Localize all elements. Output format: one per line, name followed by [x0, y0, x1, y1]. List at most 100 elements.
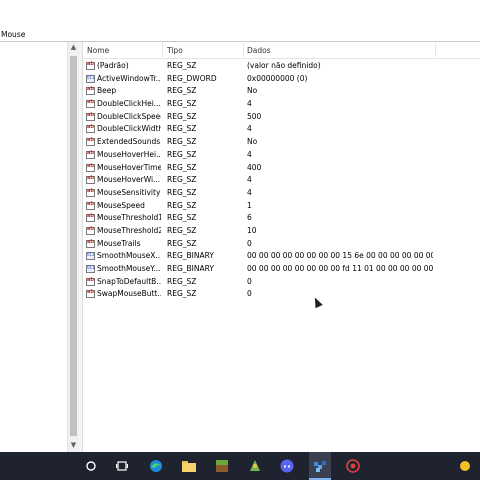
value-data: 0x00000000 (0)	[247, 73, 308, 83]
address-path: Mouse	[1, 30, 26, 39]
value-type: REG_SZ	[167, 137, 197, 147]
value-type: REG_SZ	[167, 124, 197, 134]
value-data: 10	[247, 225, 257, 235]
value-data: No	[247, 137, 258, 147]
column-header: Nome Tipo Dados	[83, 42, 480, 59]
search-icon[interactable]	[82, 457, 100, 475]
value-name: SmoothMouseX...	[97, 251, 161, 261]
table-row[interactable]: DoubleClickSpeed REG_SZ 500	[83, 111, 480, 124]
binary-value-icon	[86, 252, 95, 261]
table-row[interactable]: MouseHoverWi... REG_SZ 4	[83, 174, 480, 187]
value-name: SmoothMouseY...	[97, 264, 161, 273]
recorder-icon[interactable]	[344, 457, 362, 475]
value-name: MouseThreshold2	[97, 225, 161, 235]
value-name: ExtendedSounds	[97, 137, 161, 147]
table-row[interactable]: MouseHoverTime REG_SZ 400	[83, 162, 480, 175]
table-row[interactable]: SnapToDefaultB... REG_SZ 0	[83, 276, 480, 289]
table-row[interactable]: MouseThreshold1 REG_SZ 6	[83, 212, 480, 225]
value-type: REG_SZ	[167, 238, 197, 248]
value-name: ActiveWindowTr...	[97, 73, 161, 83]
table-row[interactable]: ExtendedSounds REG_SZ No	[83, 136, 480, 149]
value-type: REG_SZ	[167, 86, 197, 96]
value-data: (valor não definido)	[247, 61, 321, 70]
key-tree-pane[interactable]	[0, 42, 67, 452]
column-type[interactable]: Tipo	[167, 46, 183, 56]
table-row[interactable]: SmoothMouseX... REG_BINARY 00 00 00 00 00 …	[83, 250, 480, 263]
value-type: REG_BINARY	[167, 251, 214, 261]
string-value-icon	[86, 86, 95, 96]
value-rows: (Padrão) REG_SZ (valor não definido) Active…	[83, 60, 480, 301]
minecraft-icon[interactable]	[213, 457, 231, 475]
table-row[interactable]: Beep REG_SZ No	[83, 85, 480, 98]
table-row[interactable]: MouseSpeed REG_SZ 1	[83, 200, 480, 213]
binary-value-icon	[86, 265, 95, 273]
value-type: REG_SZ	[167, 149, 197, 159]
value-data: 1	[247, 200, 252, 210]
value-data: 4	[247, 124, 252, 134]
scrollbar-thumb[interactable]	[70, 56, 77, 436]
column-name[interactable]: Nome	[87, 46, 109, 56]
value-type: REG_SZ	[167, 225, 197, 235]
column-separator[interactable]	[162, 43, 163, 57]
value-type: REG_SZ	[167, 175, 197, 185]
value-name: MouseTrails	[97, 238, 141, 248]
tree-scrollbar[interactable]: ▲ ▼	[67, 42, 79, 452]
weather-icon[interactable]	[456, 457, 474, 475]
value-name: SwapMouseButt...	[97, 289, 161, 299]
column-data[interactable]: Dados	[247, 46, 271, 56]
registry-editor-icon[interactable]	[311, 457, 329, 475]
scroll-down-icon[interactable]: ▼	[69, 441, 78, 450]
string-value-icon	[86, 61, 95, 70]
value-data: 4	[247, 99, 252, 109]
value-type: REG_SZ	[167, 162, 197, 172]
value-data: 500	[247, 111, 262, 121]
table-row[interactable]: MouseHoverHei... REG_SZ 4	[83, 149, 480, 162]
values-list[interactable]: Nome Tipo Dados (Padrão) REG_SZ (valor não…	[83, 42, 480, 452]
value-data: 4	[247, 149, 252, 159]
table-row[interactable]: MouseSensitivity REG_SZ 4	[83, 187, 480, 200]
string-value-icon	[86, 175, 95, 185]
value-name: MouseHoverHei...	[97, 149, 161, 159]
value-data: 0	[247, 238, 252, 248]
value-type: REG_SZ	[167, 111, 197, 121]
value-name: SnapToDefaultB...	[97, 276, 161, 286]
table-row[interactable]: ActiveWindowTr... REG_DWORD 0x00000000 (0)	[83, 73, 480, 86]
binary-value-icon	[86, 74, 95, 83]
scroll-up-icon[interactable]: ▲	[69, 43, 78, 52]
table-row[interactable]: SmoothMouseY... REG_BINARY 00 00 00 00 00 …	[83, 263, 480, 276]
value-name: DoubleClickHei...	[97, 99, 161, 109]
table-row[interactable]: DoubleClickHei... REG_SZ 4	[83, 98, 480, 111]
table-row[interactable]: MouseTrails REG_SZ 0	[83, 238, 480, 251]
column-separator[interactable]	[435, 43, 436, 57]
discord-icon[interactable]	[278, 457, 296, 475]
address-bar[interactable]: Mouse	[0, 27, 480, 42]
value-type: REG_SZ	[167, 99, 197, 109]
taskbar	[0, 452, 480, 480]
value-type: REG_SZ	[167, 200, 197, 210]
file-explorer-icon[interactable]	[180, 457, 198, 475]
value-type: REG_SZ	[167, 187, 197, 197]
column-separator[interactable]	[243, 43, 244, 57]
value-type: REG_SZ	[167, 276, 197, 286]
value-data: 00 00 00 00 00 00 00 00 fd 11 01 00 00 0…	[247, 264, 433, 273]
game-icon[interactable]	[246, 457, 264, 475]
string-value-icon	[86, 188, 95, 197]
task-view-icon[interactable]	[113, 457, 131, 475]
table-row[interactable]: SwapMouseButt... REG_SZ 0	[83, 288, 480, 301]
value-name: Beep	[97, 86, 117, 96]
string-value-icon	[86, 99, 95, 109]
string-value-icon	[86, 239, 95, 248]
value-name: MouseSensitivity	[97, 187, 161, 197]
string-value-icon	[86, 201, 95, 210]
string-value-icon	[86, 124, 95, 134]
edge-icon[interactable]	[147, 457, 165, 475]
table-row[interactable]: (Padrão) REG_SZ (valor não definido)	[83, 60, 480, 73]
value-data: 0	[247, 289, 252, 299]
value-data: 0	[247, 276, 252, 286]
string-value-icon	[86, 226, 95, 235]
table-row[interactable]: DoubleClickWidth REG_SZ 4	[83, 123, 480, 136]
string-value-icon	[86, 213, 95, 223]
string-value-icon	[86, 163, 95, 172]
table-row[interactable]: MouseThreshold2 REG_SZ 10	[83, 225, 480, 238]
value-data: No	[247, 86, 258, 96]
